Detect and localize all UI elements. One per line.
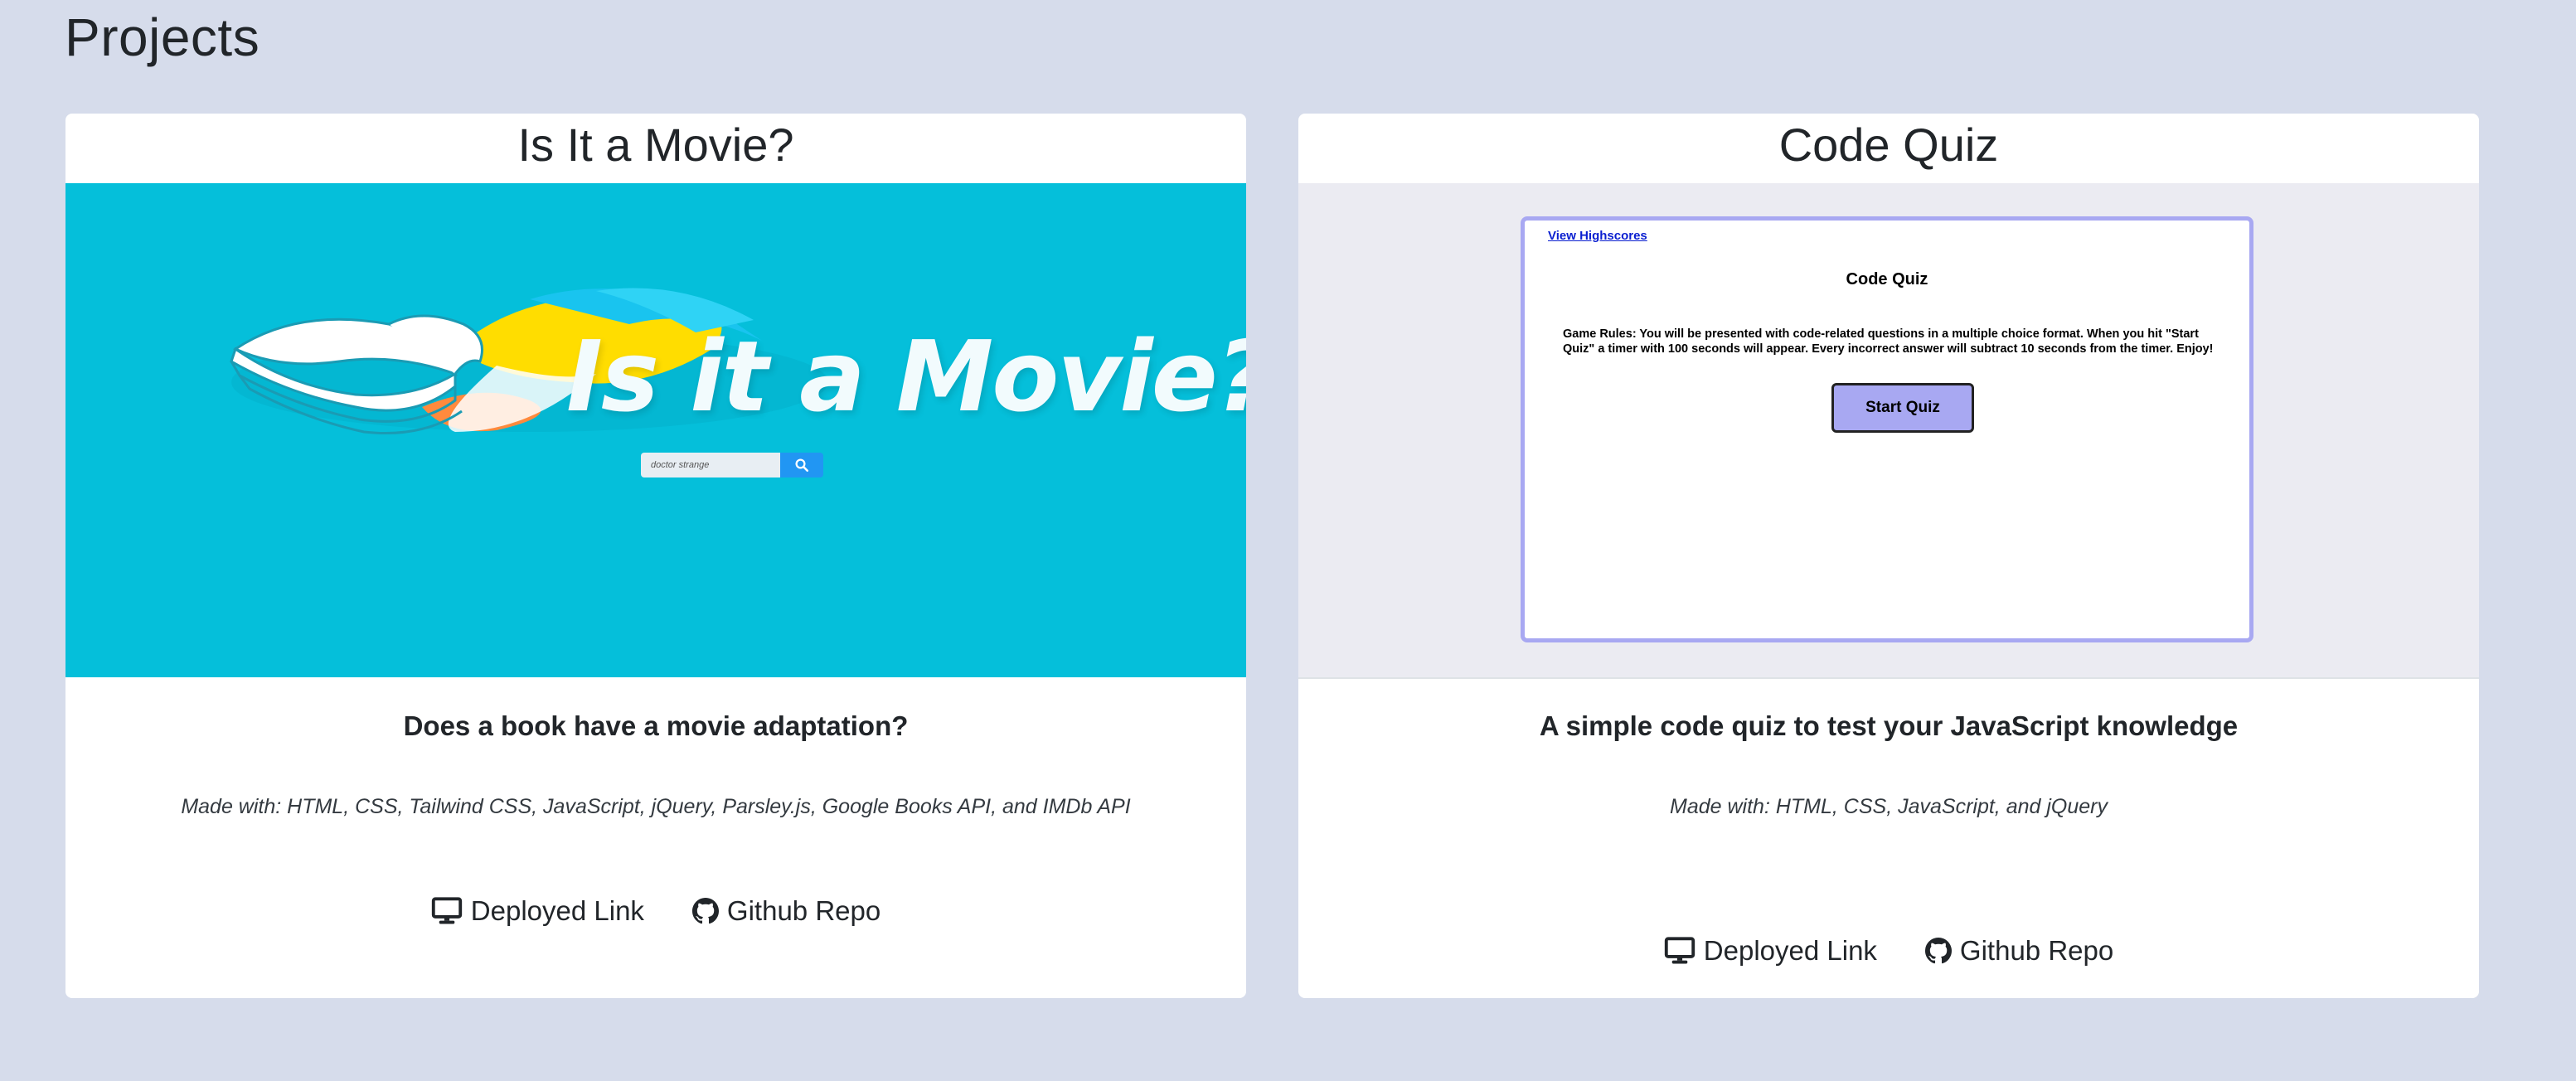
page-title: Projects [65,7,260,67]
start-quiz-button: Start Quiz [1831,383,1974,433]
github-repo-link[interactable]: Github Repo [1924,935,2114,967]
search-bar: doctor strange [641,453,823,477]
project-card-code-quiz: Code Quiz View Highscores Code Quiz Game… [1298,114,2479,998]
quiz-rules: Game Rules: You will be presented with c… [1563,327,2214,356]
deployed-link[interactable]: Deployed Link [431,895,644,927]
github-repo-label: Github Repo [1959,935,2114,966]
project-links: Deployed Link Github Repo [65,895,1246,927]
project-screenshot: Is it a Movie? doctor strange [65,183,1246,677]
monitor-icon [431,897,462,924]
project-title: Code Quiz [1778,119,1999,171]
project-links: Deployed Link Github Repo [1298,935,2479,967]
github-repo-link[interactable]: Github Repo [691,895,881,927]
github-icon [691,898,719,924]
search-button [780,453,823,477]
view-highscores-link: View Highscores [1548,229,1647,243]
project-title: Is It a Movie? [517,119,794,171]
quiz-title: Code Quiz [1846,270,1928,288]
quiz-preview-frame: View Highscores Code Quiz Game Rules: Yo… [1521,216,2253,642]
logo-text: Is it a Movie? [566,319,1246,434]
project-description: Does a book have a movie adaptation? [403,710,909,741]
deployed-link-label: Deployed Link [470,895,644,926]
project-tech-stack: Made with: HTML, CSS, JavaScript, and jQ… [1670,795,2108,818]
deployed-link[interactable]: Deployed Link [1664,935,1877,967]
monitor-icon [1664,937,1695,964]
github-icon [1924,938,1952,964]
search-input: doctor strange [641,453,780,477]
project-card-is-it-a-movie: Is It a Movie? Is it a Movie? doctor str… [65,114,1246,998]
github-repo-label: Github Repo [726,895,881,926]
search-icon [795,458,809,473]
deployed-link-label: Deployed Link [1703,935,1877,966]
project-tech-stack: Made with: HTML, CSS, Tailwind CSS, Java… [181,795,1131,818]
project-screenshot: View Highscores Code Quiz Game Rules: Yo… [1298,183,2479,679]
project-description: A simple code quiz to test your JavaScri… [1539,710,2239,741]
